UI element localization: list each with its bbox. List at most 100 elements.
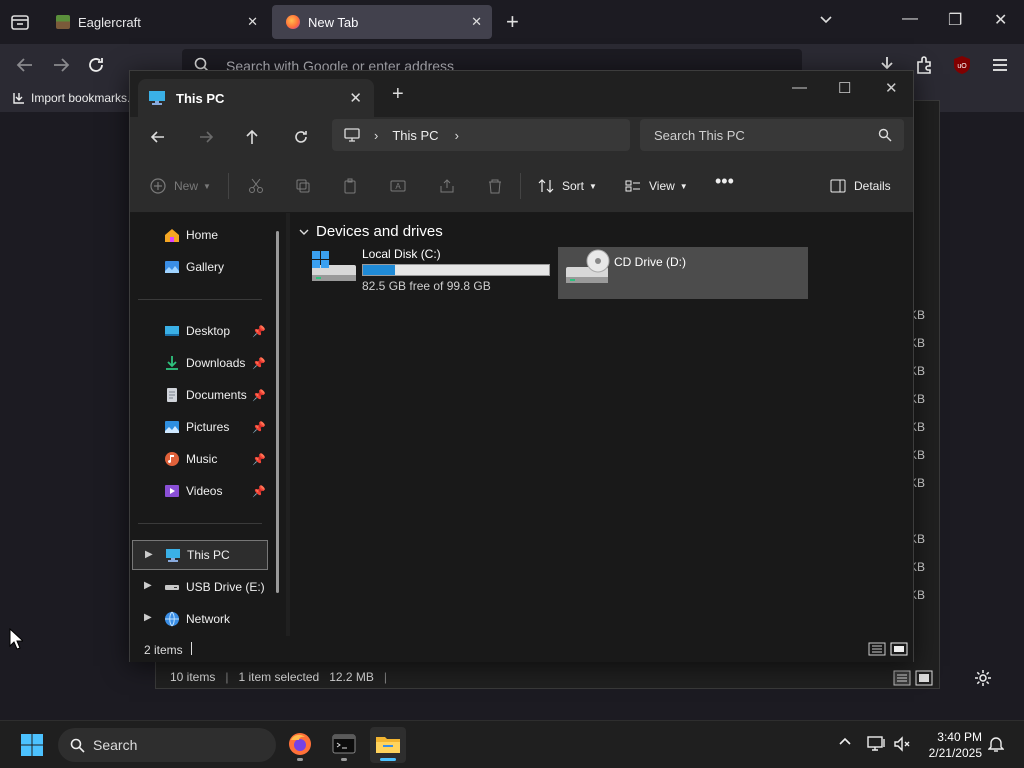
- breadcrumb-chevron-icon[interactable]: ›: [374, 128, 378, 143]
- nav-item-documents[interactable]: Documents 📌: [132, 380, 268, 410]
- chevron-down-icon: ▼: [203, 181, 211, 191]
- windows-start-icon[interactable]: [20, 733, 44, 757]
- close-window-icon[interactable]: ✕: [994, 10, 1007, 30]
- back-arrow-icon[interactable]: [14, 54, 36, 76]
- nav-label: Pictures: [186, 420, 230, 434]
- close-tab-icon[interactable]: ✕: [349, 89, 362, 107]
- nav-item-network[interactable]: ▶ Network: [132, 604, 268, 634]
- taskbar-firefox[interactable]: [282, 727, 318, 763]
- new-label: New: [174, 179, 199, 193]
- explorer-tab-this-pc[interactable]: This PC ✕: [138, 79, 374, 117]
- tiles-view-icon[interactable]: [890, 642, 908, 656]
- delete-icon[interactable]: [487, 176, 503, 196]
- nav-item-videos[interactable]: Videos 📌: [132, 476, 268, 506]
- pin-icon[interactable]: 📌: [252, 389, 266, 402]
- tab-title: This PC: [176, 90, 225, 106]
- nav-item-downloads[interactable]: Downloads 📌: [132, 348, 268, 378]
- minimize-icon[interactable]: —: [792, 79, 807, 96]
- file-explorer-window[interactable]: This PC ✕ + — ☐ ✕ › This PC › Search Thi…: [129, 70, 914, 662]
- extensions-icon[interactable]: [913, 54, 935, 76]
- cut-icon[interactable]: [248, 176, 264, 196]
- chevron-down-icon[interactable]: [818, 12, 834, 28]
- breadcrumb-chevron-icon[interactable]: ›: [455, 128, 459, 143]
- taskbar-search-box[interactable]: Search: [58, 728, 276, 762]
- pin-icon[interactable]: 📌: [252, 421, 266, 434]
- close-window-icon[interactable]: ✕: [885, 79, 898, 97]
- view-button[interactable]: View ▼: [625, 176, 688, 196]
- details-pane-icon: [830, 179, 846, 193]
- network-display-icon[interactable]: [867, 735, 887, 758]
- group-header-label: Devices and drives: [316, 223, 443, 240]
- chevron-right-icon[interactable]: ▶: [144, 580, 152, 591]
- new-tab-plus-icon[interactable]: +: [392, 83, 404, 106]
- taskbar-file-explorer[interactable]: [370, 727, 406, 763]
- notification-bell-icon[interactable]: [987, 735, 1005, 758]
- nav-item-gallery[interactable]: Gallery: [132, 252, 268, 282]
- network-icon: [165, 611, 179, 627]
- new-tab-plus-icon[interactable]: +: [506, 9, 519, 35]
- group-header-devices-and-drives[interactable]: Devices and drives: [298, 223, 443, 240]
- command-bar: New ▼ A Sort ▼ View ▼ ••• Details: [130, 159, 913, 213]
- rename-icon[interactable]: A: [390, 176, 406, 196]
- pin-icon[interactable]: 📌: [252, 485, 266, 498]
- taskbar: Search 3:40 PM 2/21/2025: [0, 720, 1024, 768]
- nav-item-home[interactable]: Home: [132, 220, 268, 250]
- tiles-view-icon[interactable]: [915, 670, 933, 686]
- nav-item-music[interactable]: Music 📌: [132, 444, 268, 474]
- up-arrow-icon[interactable]: [242, 127, 262, 147]
- details-view-icon[interactable]: [868, 642, 886, 656]
- chevron-up-icon[interactable]: [838, 735, 852, 754]
- nav-scrollbar[interactable]: [276, 231, 279, 593]
- hamburger-menu-icon[interactable]: [989, 54, 1011, 76]
- details-view-icon[interactable]: [893, 670, 911, 686]
- import-bookmarks-button[interactable]: Import bookmarks...: [12, 91, 137, 105]
- forward-arrow-icon[interactable]: [50, 54, 72, 76]
- details-pane-button[interactable]: Details: [830, 176, 891, 196]
- close-tab-icon[interactable]: ✕: [247, 14, 258, 30]
- forward-arrow-icon[interactable]: [196, 127, 216, 147]
- breadcrumb-this-pc[interactable]: This PC: [392, 128, 438, 143]
- browser-tab-new-tab[interactable]: New Tab ✕: [272, 5, 492, 39]
- address-bar[interactable]: › This PC ›: [332, 119, 630, 151]
- sort-label: Sort: [562, 179, 585, 193]
- paste-icon[interactable]: [342, 176, 358, 196]
- share-icon[interactable]: [439, 176, 455, 196]
- taskbar-clock[interactable]: 3:40 PM 2/21/2025: [929, 729, 982, 761]
- close-tab-icon[interactable]: ✕: [471, 14, 482, 30]
- search-box[interactable]: Search This PC: [640, 119, 904, 151]
- copy-icon[interactable]: [295, 176, 311, 196]
- this-pc-icon: [166, 549, 180, 562]
- taskbar-terminal[interactable]: [326, 727, 362, 763]
- more-options-icon[interactable]: •••: [715, 171, 734, 191]
- explorer-navigation-bar: › This PC › Search This PC: [130, 117, 913, 159]
- drive-tile-cd-drive-d[interactable]: CD Drive (D:): [558, 247, 808, 299]
- nav-divider: [138, 299, 262, 300]
- pin-icon[interactable]: 📌: [252, 325, 266, 338]
- drive-tile-local-disk-c[interactable]: Local Disk (C:) 82.5 GB free of 99.8 GB: [310, 247, 560, 299]
- chevron-right-icon[interactable]: ▶: [145, 549, 153, 560]
- maximize-icon[interactable]: ☐: [838, 79, 851, 97]
- nav-item-usb-drive[interactable]: ▶ USB Drive (E:): [132, 572, 268, 602]
- tab-list-icon[interactable]: [8, 10, 32, 34]
- sort-icon: [538, 179, 554, 193]
- tab-title: Eaglercraft: [78, 14, 141, 30]
- gear-icon[interactable]: [974, 669, 992, 687]
- minimize-icon[interactable]: —: [902, 10, 918, 28]
- new-button[interactable]: New ▼: [150, 176, 211, 196]
- clock-date: 2/21/2025: [928, 746, 982, 760]
- reload-icon[interactable]: [85, 54, 107, 76]
- sort-button[interactable]: Sort ▼: [538, 176, 597, 196]
- chevron-right-icon[interactable]: ▶: [144, 612, 152, 623]
- restore-icon[interactable]: ❐: [948, 10, 962, 30]
- ublock-origin-icon[interactable]: uO: [951, 54, 973, 76]
- nav-item-desktop[interactable]: Desktop 📌: [132, 316, 268, 346]
- downloads-icon: [166, 356, 178, 370]
- pin-icon[interactable]: 📌: [252, 453, 266, 466]
- nav-item-this-pc[interactable]: ▶ This PC: [132, 540, 268, 570]
- browser-tab-eaglercraft[interactable]: Eaglercraft ✕: [42, 5, 268, 39]
- nav-item-pictures[interactable]: Pictures 📌: [132, 412, 268, 442]
- back-arrow-icon[interactable]: [148, 127, 168, 147]
- volume-muted-icon[interactable]: [893, 735, 911, 758]
- pin-icon[interactable]: 📌: [252, 357, 266, 370]
- refresh-icon[interactable]: [291, 127, 311, 147]
